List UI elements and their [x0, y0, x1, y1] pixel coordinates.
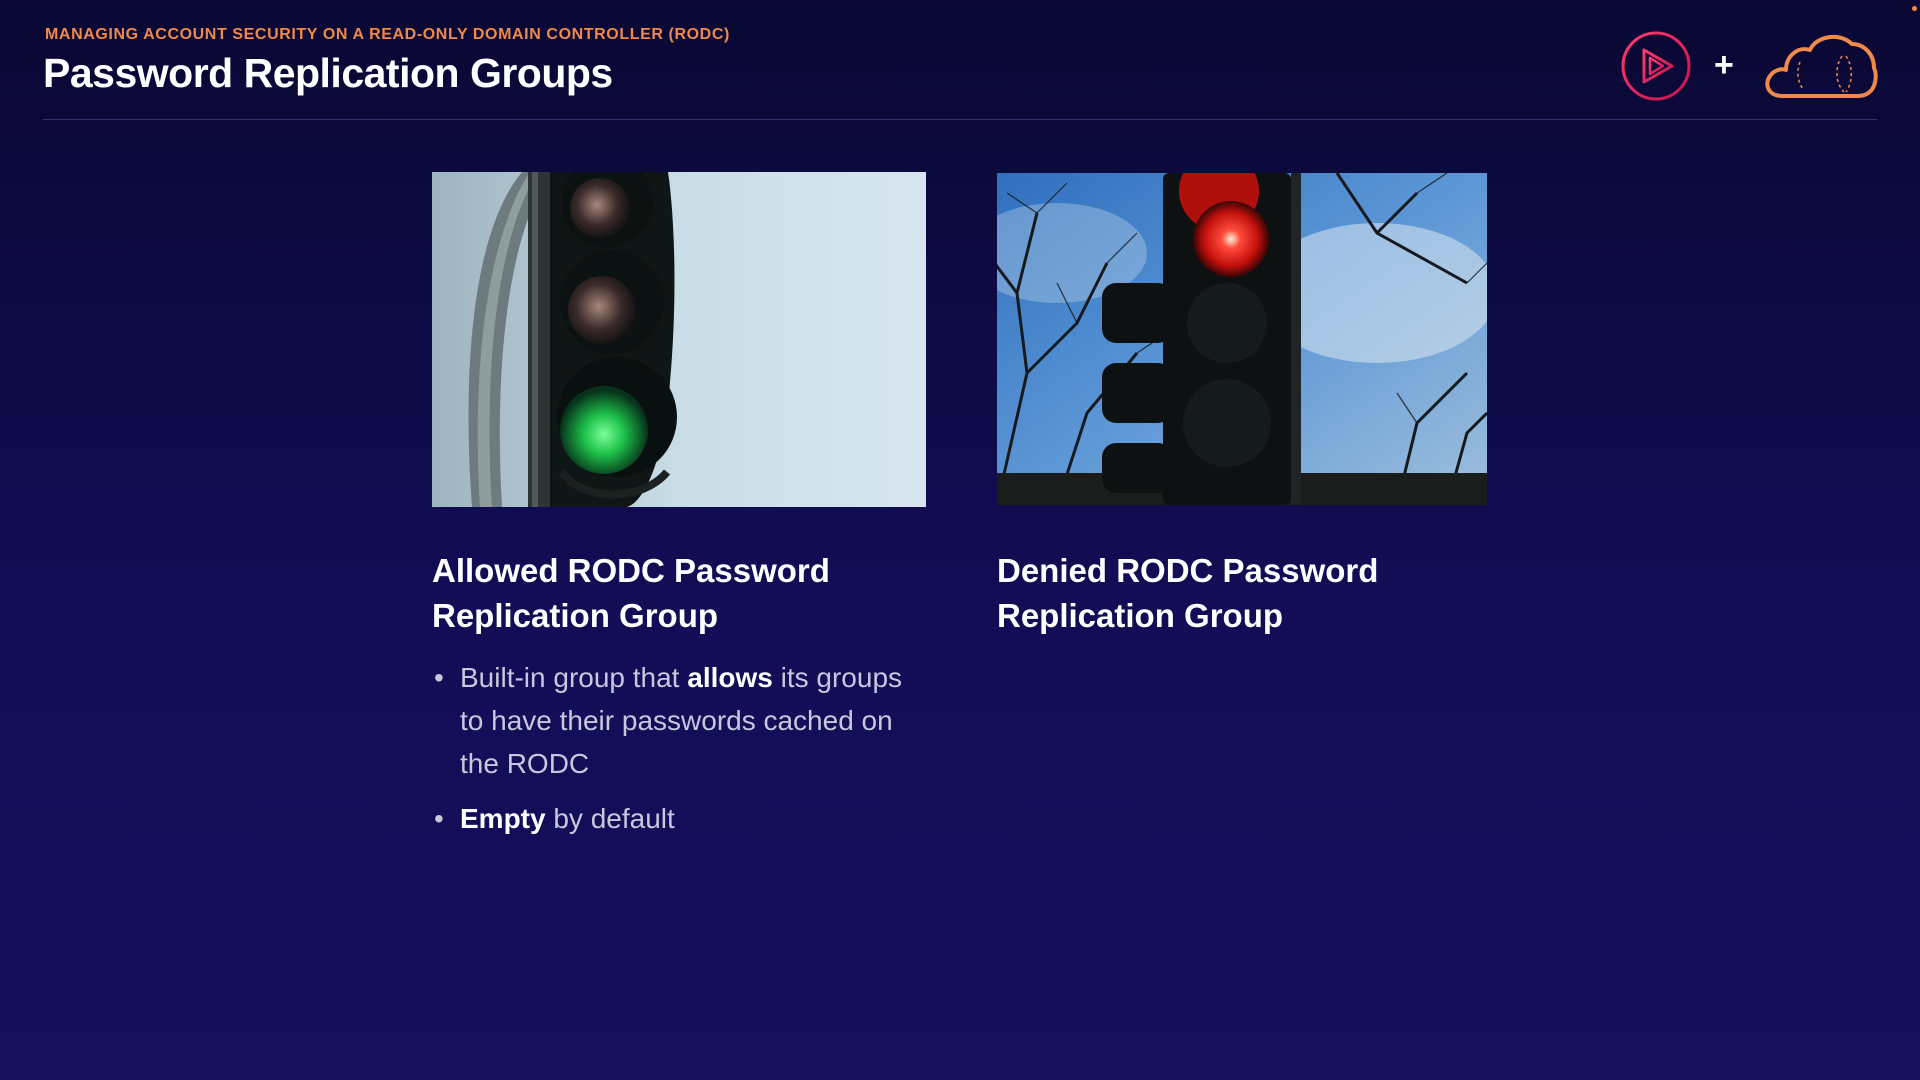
corner-dot [1912, 6, 1917, 11]
bullet-text-post: by default [545, 803, 675, 834]
allowed-group-title: Allowed RODC Password Replication Group [432, 552, 830, 634]
bullet-icon: • [434, 803, 444, 834]
green-traffic-light-photo [432, 172, 926, 507]
bullet-text-bold: allows [687, 662, 773, 693]
eyebrow-label: MANAGING ACCOUNT SECURITY ON A READ-ONLY… [45, 26, 730, 43]
header-divider [43, 119, 1877, 120]
allowed-group-bullets: • Built-in group that allows its groups … [432, 656, 932, 852]
red-traffic-light-photo [997, 173, 1487, 505]
page-title: Password Replication Groups [43, 50, 613, 96]
brand-logos: + [1620, 28, 1880, 104]
bullet-text-pre: Built-in group that [460, 662, 688, 693]
bullet-icon: • [434, 662, 444, 693]
list-item: • Built-in group that allows its groups … [432, 656, 932, 785]
bullet-text-bold: Empty [460, 803, 546, 834]
denied-group-title: Denied RODC Password Replication Group [997, 552, 1379, 634]
cloud-logo-icon [1765, 34, 1878, 98]
plus-icon: + [1714, 46, 1734, 84]
list-item: • Empty by default [432, 797, 932, 840]
play-logo-icon [1621, 31, 1691, 101]
